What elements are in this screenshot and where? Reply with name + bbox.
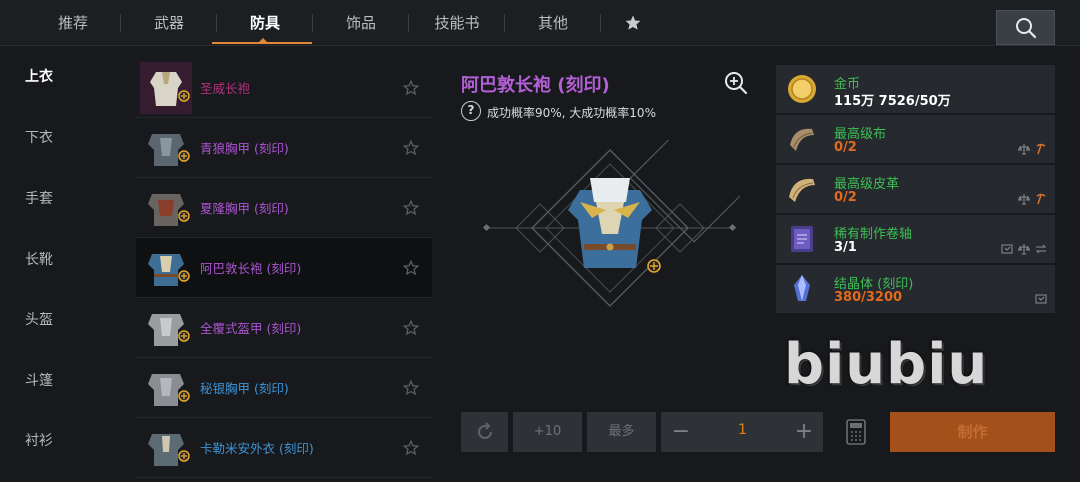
item-detail-title: 阿巴敦长袍 (刻印) (461, 75, 610, 96)
star-outline-icon[interactable] (402, 199, 420, 217)
material-count: 380/3200 (834, 290, 903, 305)
coat-armor-icon (148, 434, 190, 466)
decrease-button[interactable]: − (661, 412, 701, 452)
category-shirts[interactable]: 衬衫 (0, 421, 80, 461)
scale-icon[interactable] (1018, 243, 1030, 255)
list-item[interactable]: 夏隆胸甲 (刻印) (136, 178, 432, 238)
material-source-icons (1018, 143, 1047, 157)
leather-icon (789, 178, 815, 202)
pickaxe-icon[interactable] (1035, 193, 1047, 205)
item-name: 秘银胸甲 (刻印) (200, 381, 289, 396)
category-boots[interactable]: 长靴 (0, 240, 80, 280)
tab-favorites[interactable] (601, 0, 665, 46)
item-name: 夏隆胸甲 (刻印) (200, 201, 289, 216)
robe-armor-icon (140, 62, 192, 114)
list-item[interactable]: 圣威长袍 (136, 58, 432, 118)
material-source-icons (1001, 243, 1047, 257)
item-name: 圣威长袍 (200, 81, 251, 96)
list-item[interactable]: 秘银胸甲 (刻印) (136, 358, 432, 418)
material-source-icons (1018, 193, 1047, 207)
scale-icon[interactable] (1018, 143, 1030, 155)
search-icon (1016, 18, 1037, 39)
gold-coin-icon (788, 75, 816, 103)
material-count: 115万 7526/50万 (834, 94, 951, 109)
item-list[interactable]: 圣威长袍 青狼胸甲 (刻印) 夏隆胸甲 (刻印) 阿巴敦长袍 (刻印) 全覆式盔… (136, 46, 432, 482)
category-cloaks[interactable]: 斗篷 (0, 361, 80, 401)
list-item[interactable]: 青狼胸甲 (刻印) (136, 118, 432, 178)
tab-weapons[interactable]: 武器 (121, 0, 217, 46)
chest-armor-icon (148, 134, 190, 166)
crystal-icon (794, 275, 810, 301)
material-row-scroll[interactable]: 稀有制作卷轴 3/1 (776, 215, 1055, 263)
calculator-icon[interactable] (845, 419, 867, 445)
shop-icon[interactable] (1035, 293, 1047, 305)
help-icon[interactable]: ? (461, 101, 481, 121)
scroll-icon (791, 226, 813, 252)
max-button[interactable]: 最多 (587, 412, 656, 452)
star-filled-icon (625, 15, 641, 30)
robe-armor-icon (148, 254, 190, 286)
chest-armor-icon (148, 194, 190, 226)
material-row-leather[interactable]: 最高级皮革 0/2 (776, 165, 1055, 213)
category-gloves[interactable]: 手套 (0, 179, 80, 219)
category-bottoms[interactable]: 下衣 (0, 118, 80, 158)
search-button[interactable] (996, 10, 1055, 45)
scale-icon[interactable] (1018, 193, 1030, 205)
item-name: 卡勒米安外衣 (刻印) (200, 441, 314, 456)
list-item-selected[interactable]: 阿巴敦长袍 (刻印) (136, 238, 432, 298)
tab-skill-books[interactable]: 技能书 (409, 0, 505, 46)
star-outline-icon[interactable] (402, 139, 420, 157)
category-helmets[interactable]: 头盔 (0, 300, 80, 340)
exchange-icon[interactable] (1035, 243, 1047, 255)
quantity-value[interactable]: 1 (738, 422, 747, 438)
abaddon-robe-image (568, 178, 652, 268)
success-rate-text: 成功概率90%, 大成功概率10% (487, 106, 656, 120)
category-tops[interactable]: 上衣 (0, 57, 80, 97)
pickaxe-icon[interactable] (1035, 143, 1047, 155)
tab-recommended[interactable]: 推荐 (25, 0, 121, 46)
material-row-gold[interactable]: 金币 115万 7526/50万 (776, 65, 1055, 113)
tab-accessories[interactable]: 饰品 (313, 0, 409, 46)
star-outline-icon[interactable] (402, 79, 420, 97)
plate-armor-icon (148, 314, 190, 346)
plus-ten-button[interactable]: +10 (513, 412, 582, 452)
shop-icon[interactable] (1001, 243, 1013, 255)
star-outline-icon[interactable] (402, 259, 420, 277)
item-name: 阿巴敦长袍 (刻印) (200, 261, 302, 276)
engrave-badge-icon (647, 259, 661, 273)
material-count: 0/2 (834, 140, 857, 155)
tab-other[interactable]: 其他 (505, 0, 601, 46)
refresh-icon (477, 422, 492, 439)
item-name: 青狼胸甲 (刻印) (200, 141, 289, 156)
material-row-cloth[interactable]: 最高级布 0/2 (776, 115, 1055, 163)
active-tab-marker (258, 38, 268, 43)
material-count: 0/2 (834, 190, 857, 205)
star-outline-icon[interactable] (402, 319, 420, 337)
cloth-icon (790, 128, 814, 151)
star-outline-icon[interactable] (402, 379, 420, 397)
item-preview (482, 140, 740, 307)
list-item[interactable]: 全覆式盔甲 (刻印) (136, 298, 432, 358)
increase-button[interactable]: + (784, 412, 824, 452)
reset-button[interactable] (461, 412, 508, 452)
watermark: biubiu (784, 332, 989, 397)
item-name: 全覆式盔甲 (刻印) (200, 321, 302, 336)
material-source-icons (1035, 293, 1047, 307)
material-row-crystal[interactable]: 结晶体 (刻印) 380/3200 (776, 265, 1055, 313)
material-count: 3/1 (834, 240, 857, 255)
chest-armor-icon (148, 374, 190, 406)
top-tab-bar: 推荐 武器 防具 饰品 技能书 其他 (0, 0, 1080, 46)
zoom-in-icon[interactable] (723, 70, 749, 96)
list-item[interactable]: 卡勒米安外衣 (刻印) (136, 418, 432, 478)
craft-button[interactable]: 制作 (890, 412, 1055, 452)
star-outline-icon[interactable] (402, 439, 420, 457)
